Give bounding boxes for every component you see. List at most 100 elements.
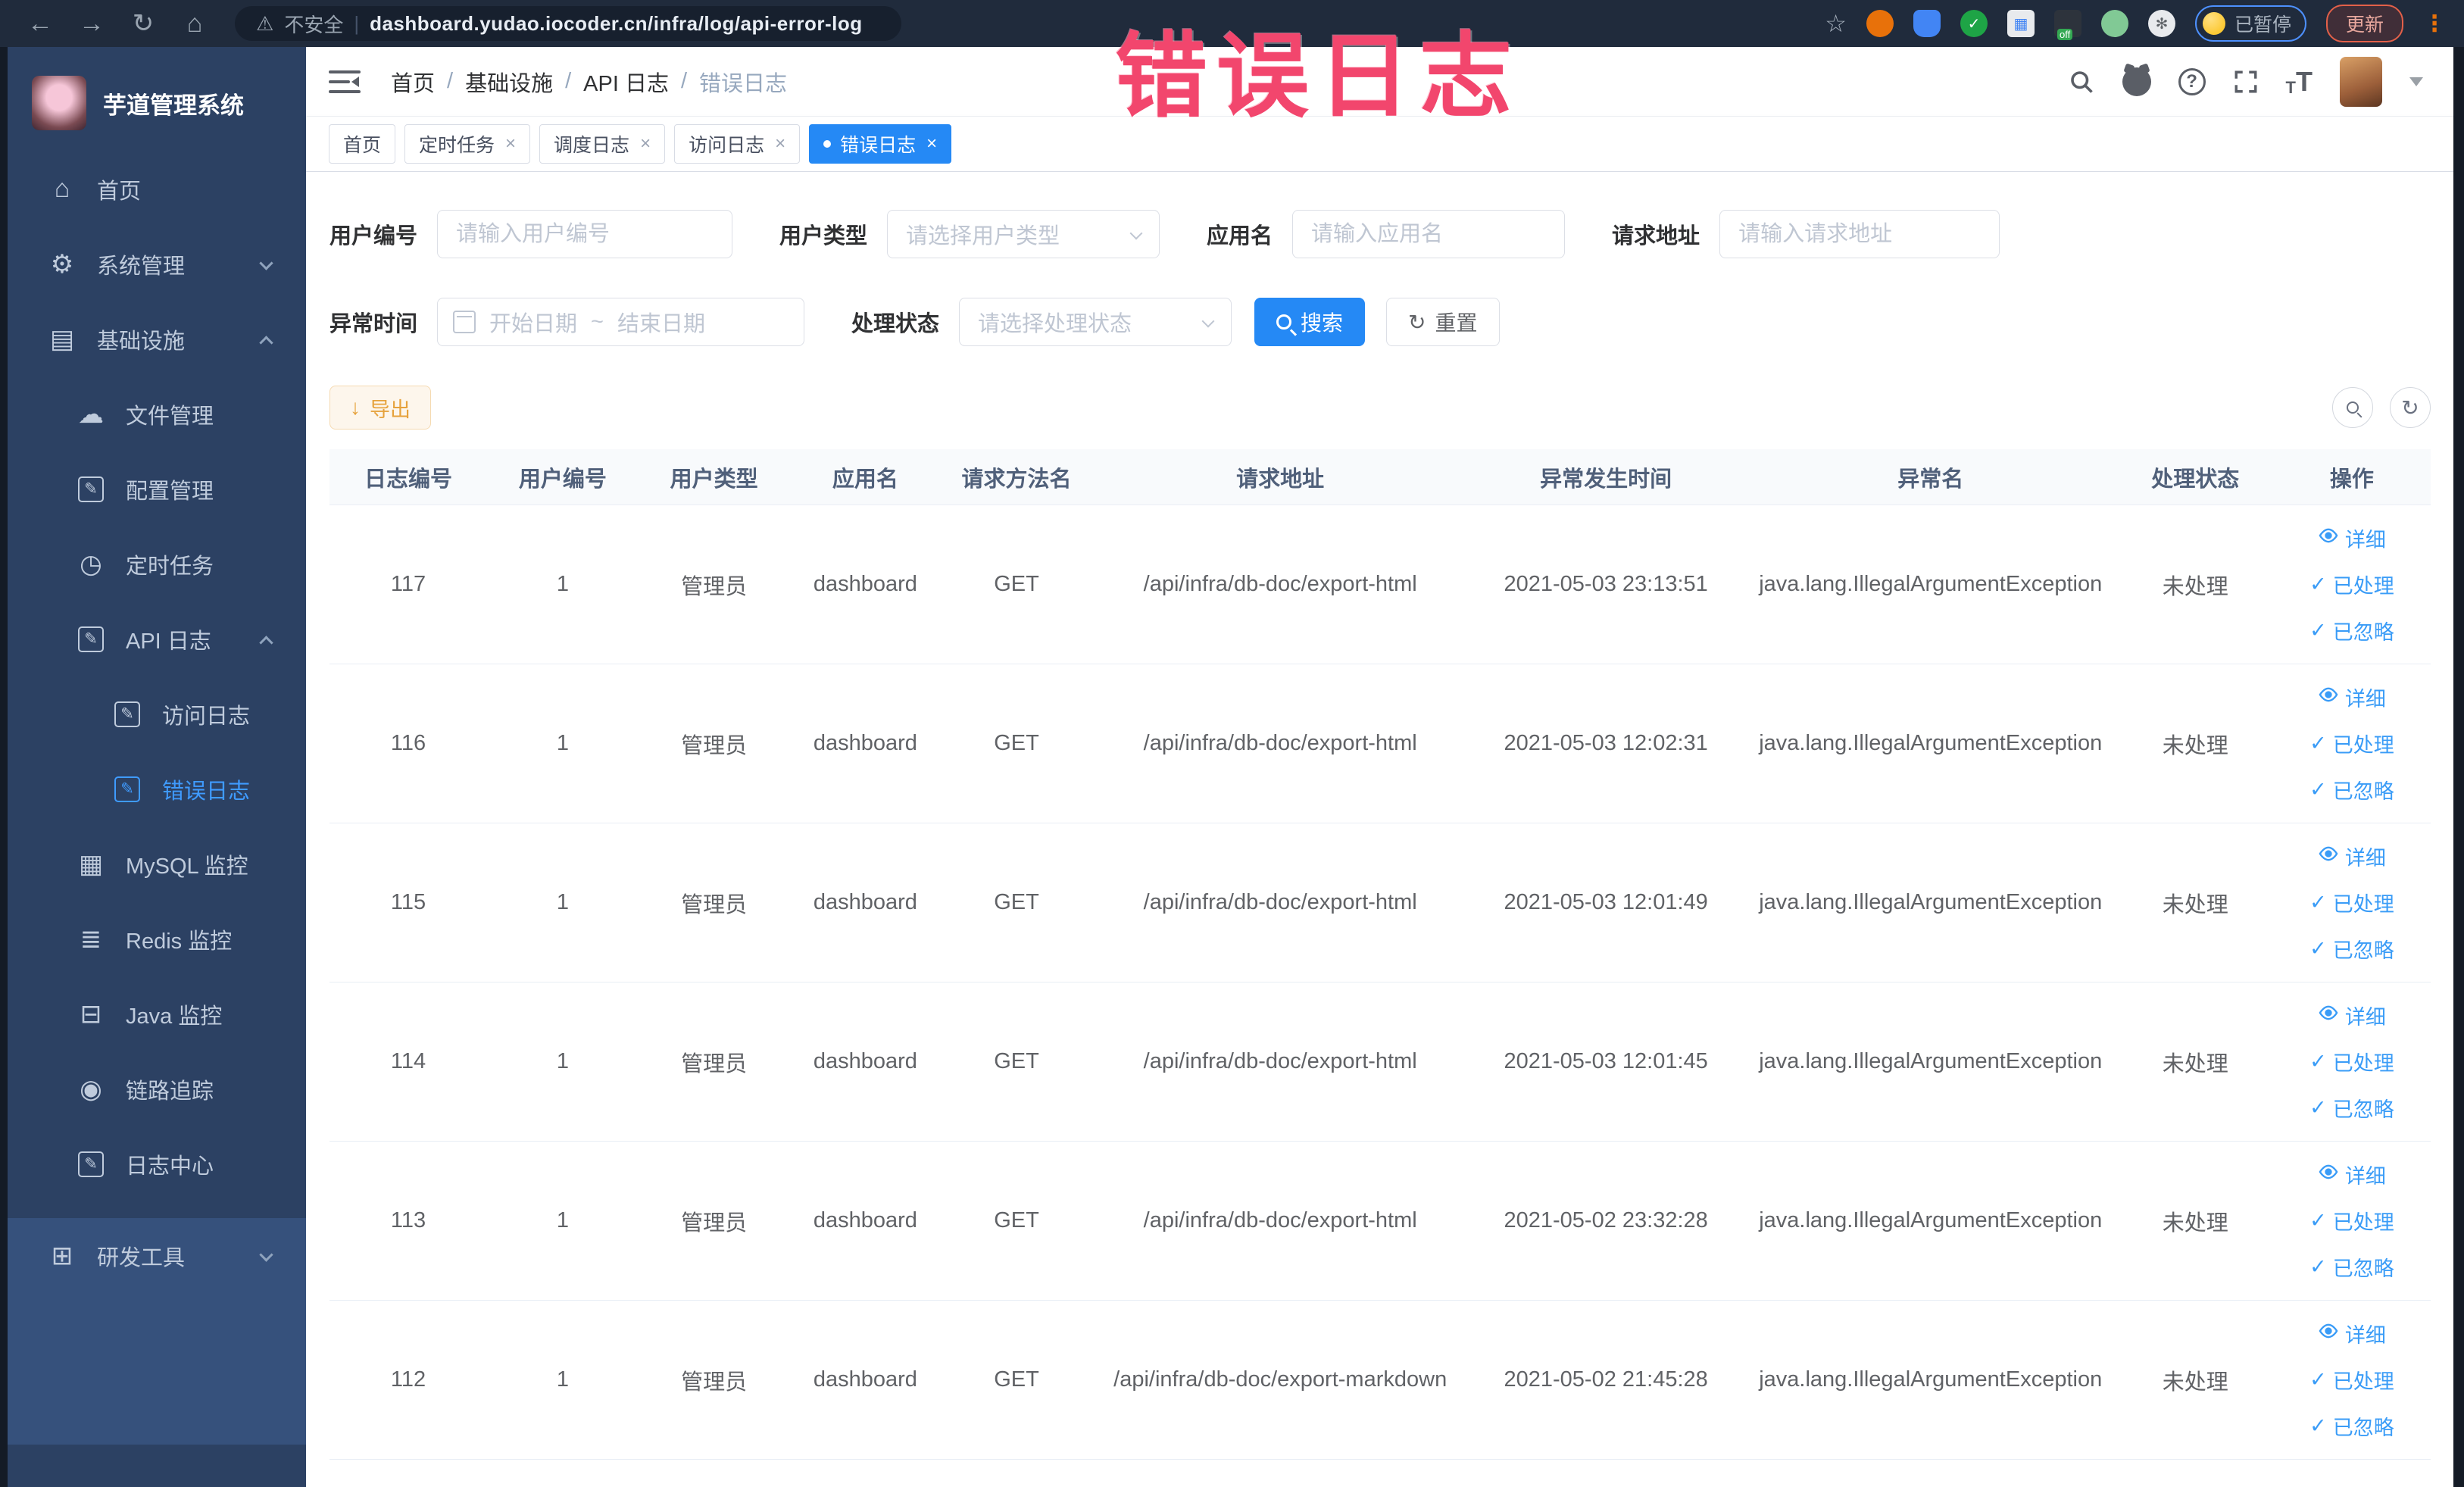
action-已忽略[interactable]: ✓ 已忽略 (2309, 616, 2394, 645)
action-详细[interactable]: 详细 (2318, 523, 2386, 553)
breadcrumb-item[interactable]: 错误日志 (699, 66, 787, 98)
cell-user_id: 1 (556, 1367, 569, 1392)
action-详细[interactable]: 详细 (2318, 683, 2386, 712)
user-avatar[interactable] (2340, 56, 2382, 107)
url-bar[interactable]: ⚠ 不安全 | dashboard.yudao.iocoder.cn/infra… (235, 6, 901, 41)
tab-访问日志[interactable]: 访问日志 × (674, 124, 801, 164)
export-button[interactable]: ↓ 导出 (329, 386, 431, 430)
tab-错误日志[interactable]: 错误日志 × (809, 124, 952, 164)
column-header-用户类型: 用户类型 (670, 467, 758, 492)
action-已忽略[interactable]: ✓ 已忽略 (2309, 775, 2394, 804)
sidebar-item-错误日志[interactable]: ✎ 错误日志 (8, 751, 306, 826)
sidebar-item-label: 研发工具 (97, 1245, 186, 1270)
tab-定时任务[interactable]: 定时任务 × (404, 124, 531, 164)
toggle-search-button[interactable] (2332, 387, 2373, 428)
ext-off-icon[interactable] (2053, 10, 2081, 40)
download-icon: ↓ (350, 395, 361, 419)
sidebar-item-配置管理[interactable]: ✎ 配置管理 (8, 451, 306, 526)
trace-icon: ◉ (80, 1074, 102, 1104)
refresh-button[interactable]: ↻ (2390, 387, 2431, 428)
exception-time-range-picker[interactable]: 开始日期 ~ 结束日期 (437, 298, 805, 346)
sidebar-logo-row[interactable]: 芋道管理系统 (8, 47, 306, 152)
cell-id: 116 (390, 731, 426, 755)
sidebar-item-链路追踪[interactable]: ◉ 链路追踪 (8, 1051, 306, 1126)
ext-puzzle-icon[interactable]: ✻ (2147, 10, 2175, 37)
sidebar-item-MySQL 监控[interactable]: ▦ MySQL 监控 (8, 826, 306, 901)
timer-icon: ◷ (80, 549, 102, 579)
request-url-input[interactable] (1719, 210, 2000, 258)
action-详细[interactable]: 详细 (2318, 1001, 2386, 1030)
breadcrumb-item[interactable]: 首页 (391, 66, 435, 98)
action-已忽略[interactable]: ✓ 已忽略 (2309, 1411, 2394, 1441)
tab-首页[interactable]: 首页 (329, 124, 396, 164)
app-name-input[interactable] (1292, 210, 1566, 258)
ext-orange-icon[interactable] (1866, 10, 1894, 37)
search-button[interactable]: 搜索 (1254, 298, 1366, 346)
sidebar-item-系统管理[interactable]: ⚙ 系统管理 (8, 226, 306, 301)
tab-close-icon[interactable]: × (775, 133, 785, 155)
tab-close-icon[interactable]: × (640, 133, 651, 155)
paused-badge[interactable]: 已暂停 (2194, 5, 2306, 42)
cell-app: dashboard (813, 890, 917, 914)
tab-close-icon[interactable]: × (926, 133, 937, 155)
cell-app: dashboard (813, 1367, 917, 1392)
ext-shield-icon[interactable] (1913, 10, 1941, 37)
bookmark-star-icon[interactable]: ☆ (1825, 9, 1847, 38)
action-已处理[interactable]: ✓ 已处理 (2309, 1365, 2394, 1395)
fullscreen-icon[interactable] (2233, 69, 2259, 95)
cell-app: dashboard (813, 731, 917, 755)
action-已处理[interactable]: ✓ 已处理 (2309, 1206, 2394, 1236)
sidebar-item-日志中心[interactable]: ✎ 日志中心 (8, 1126, 306, 1201)
breadcrumb-item[interactable]: 基础设施 (465, 66, 553, 98)
home-icon[interactable]: ⌂ (173, 9, 217, 39)
ext-leaf-icon[interactable] (2100, 10, 2128, 37)
user-type-select[interactable]: 请选择用户类型 (887, 210, 1160, 258)
help-icon[interactable]: ? (2178, 67, 2206, 95)
ext-grid-icon[interactable]: ▦ (2006, 10, 2035, 37)
action-已忽略[interactable]: ✓ 已忽略 (2309, 1093, 2394, 1123)
back-icon[interactable]: ← (18, 9, 62, 39)
sidebar-item-研发工具[interactable]: ⊞ 研发工具 (8, 1218, 306, 1293)
cell-user_id: 1 (556, 731, 569, 755)
sidebar-item-label: 基础设施 (97, 329, 186, 354)
table-row: 115 1 管理员 dashboard GET/api/infra/db-doc/exp… (329, 823, 2431, 982)
breadcrumb-item[interactable]: API 日志 (583, 66, 669, 98)
font-size-icon[interactable]: TT (2286, 66, 2313, 98)
user-id-input[interactable] (437, 210, 733, 258)
github-icon[interactable] (2122, 67, 2151, 96)
user-type-label: 用户类型 (779, 224, 868, 248)
sidebar-item-基础设施[interactable]: ▤ 基础设施 (8, 301, 306, 376)
tab-close-icon[interactable]: × (505, 133, 516, 155)
sidebar-item-Redis 监控[interactable]: ≣ Redis 监控 (8, 901, 306, 976)
action-已处理[interactable]: ✓ 已处理 (2309, 570, 2394, 599)
action-已处理[interactable]: ✓ 已处理 (2309, 729, 2394, 758)
search-icon (1276, 314, 1292, 330)
action-详细[interactable]: 详细 (2318, 1319, 2386, 1348)
action-详细[interactable]: 详细 (2318, 842, 2386, 871)
forward-icon[interactable]: → (70, 9, 114, 39)
sidebar-item-首页[interactable]: ⌂ 首页 (8, 152, 306, 226)
sidebar-item-文件管理[interactable]: ☁ 文件管理 (8, 376, 306, 451)
sidebar-item-label: 错误日志 (162, 779, 251, 804)
sidebar-item-Java 监控[interactable]: ⊟ Java 监控 (8, 976, 306, 1051)
tab-label: 调度日志 (554, 135, 630, 156)
process-status-select[interactable]: 请选择处理状态 (959, 298, 1232, 346)
reload-icon[interactable]: ↻ (121, 8, 165, 39)
action-已忽略[interactable]: ✓ 已忽略 (2309, 1252, 2394, 1282)
search-icon[interactable] (2068, 68, 2095, 95)
ext-green-check-icon[interactable]: ✓ (1960, 10, 1988, 37)
user-caret-icon[interactable] (2409, 77, 2423, 93)
tab-调度日志[interactable]: 调度日志 × (539, 124, 666, 164)
sidebar-item-API 日志[interactable]: ✎ API 日志 (8, 601, 306, 676)
action-已处理[interactable]: ✓ 已处理 (2309, 1047, 2394, 1076)
action-已忽略[interactable]: ✓ 已忽略 (2309, 934, 2394, 964)
sidebar-item-定时任务[interactable]: ◷ 定时任务 (8, 526, 306, 601)
action-详细[interactable]: 详细 (2318, 1160, 2386, 1189)
sidebar-item-访问日志[interactable]: ✎ 访问日志 (8, 676, 306, 751)
reset-button[interactable]: ↻ 重置 (1386, 298, 1500, 346)
browser-menu-icon[interactable]: ⋮ (2423, 11, 2446, 37)
action-已处理[interactable]: ✓ 已处理 (2309, 888, 2394, 917)
action-label: 已忽略 (2332, 780, 2394, 803)
browser-update-button[interactable]: 更新 (2325, 5, 2403, 42)
sidebar-fold-icon[interactable] (329, 69, 361, 95)
